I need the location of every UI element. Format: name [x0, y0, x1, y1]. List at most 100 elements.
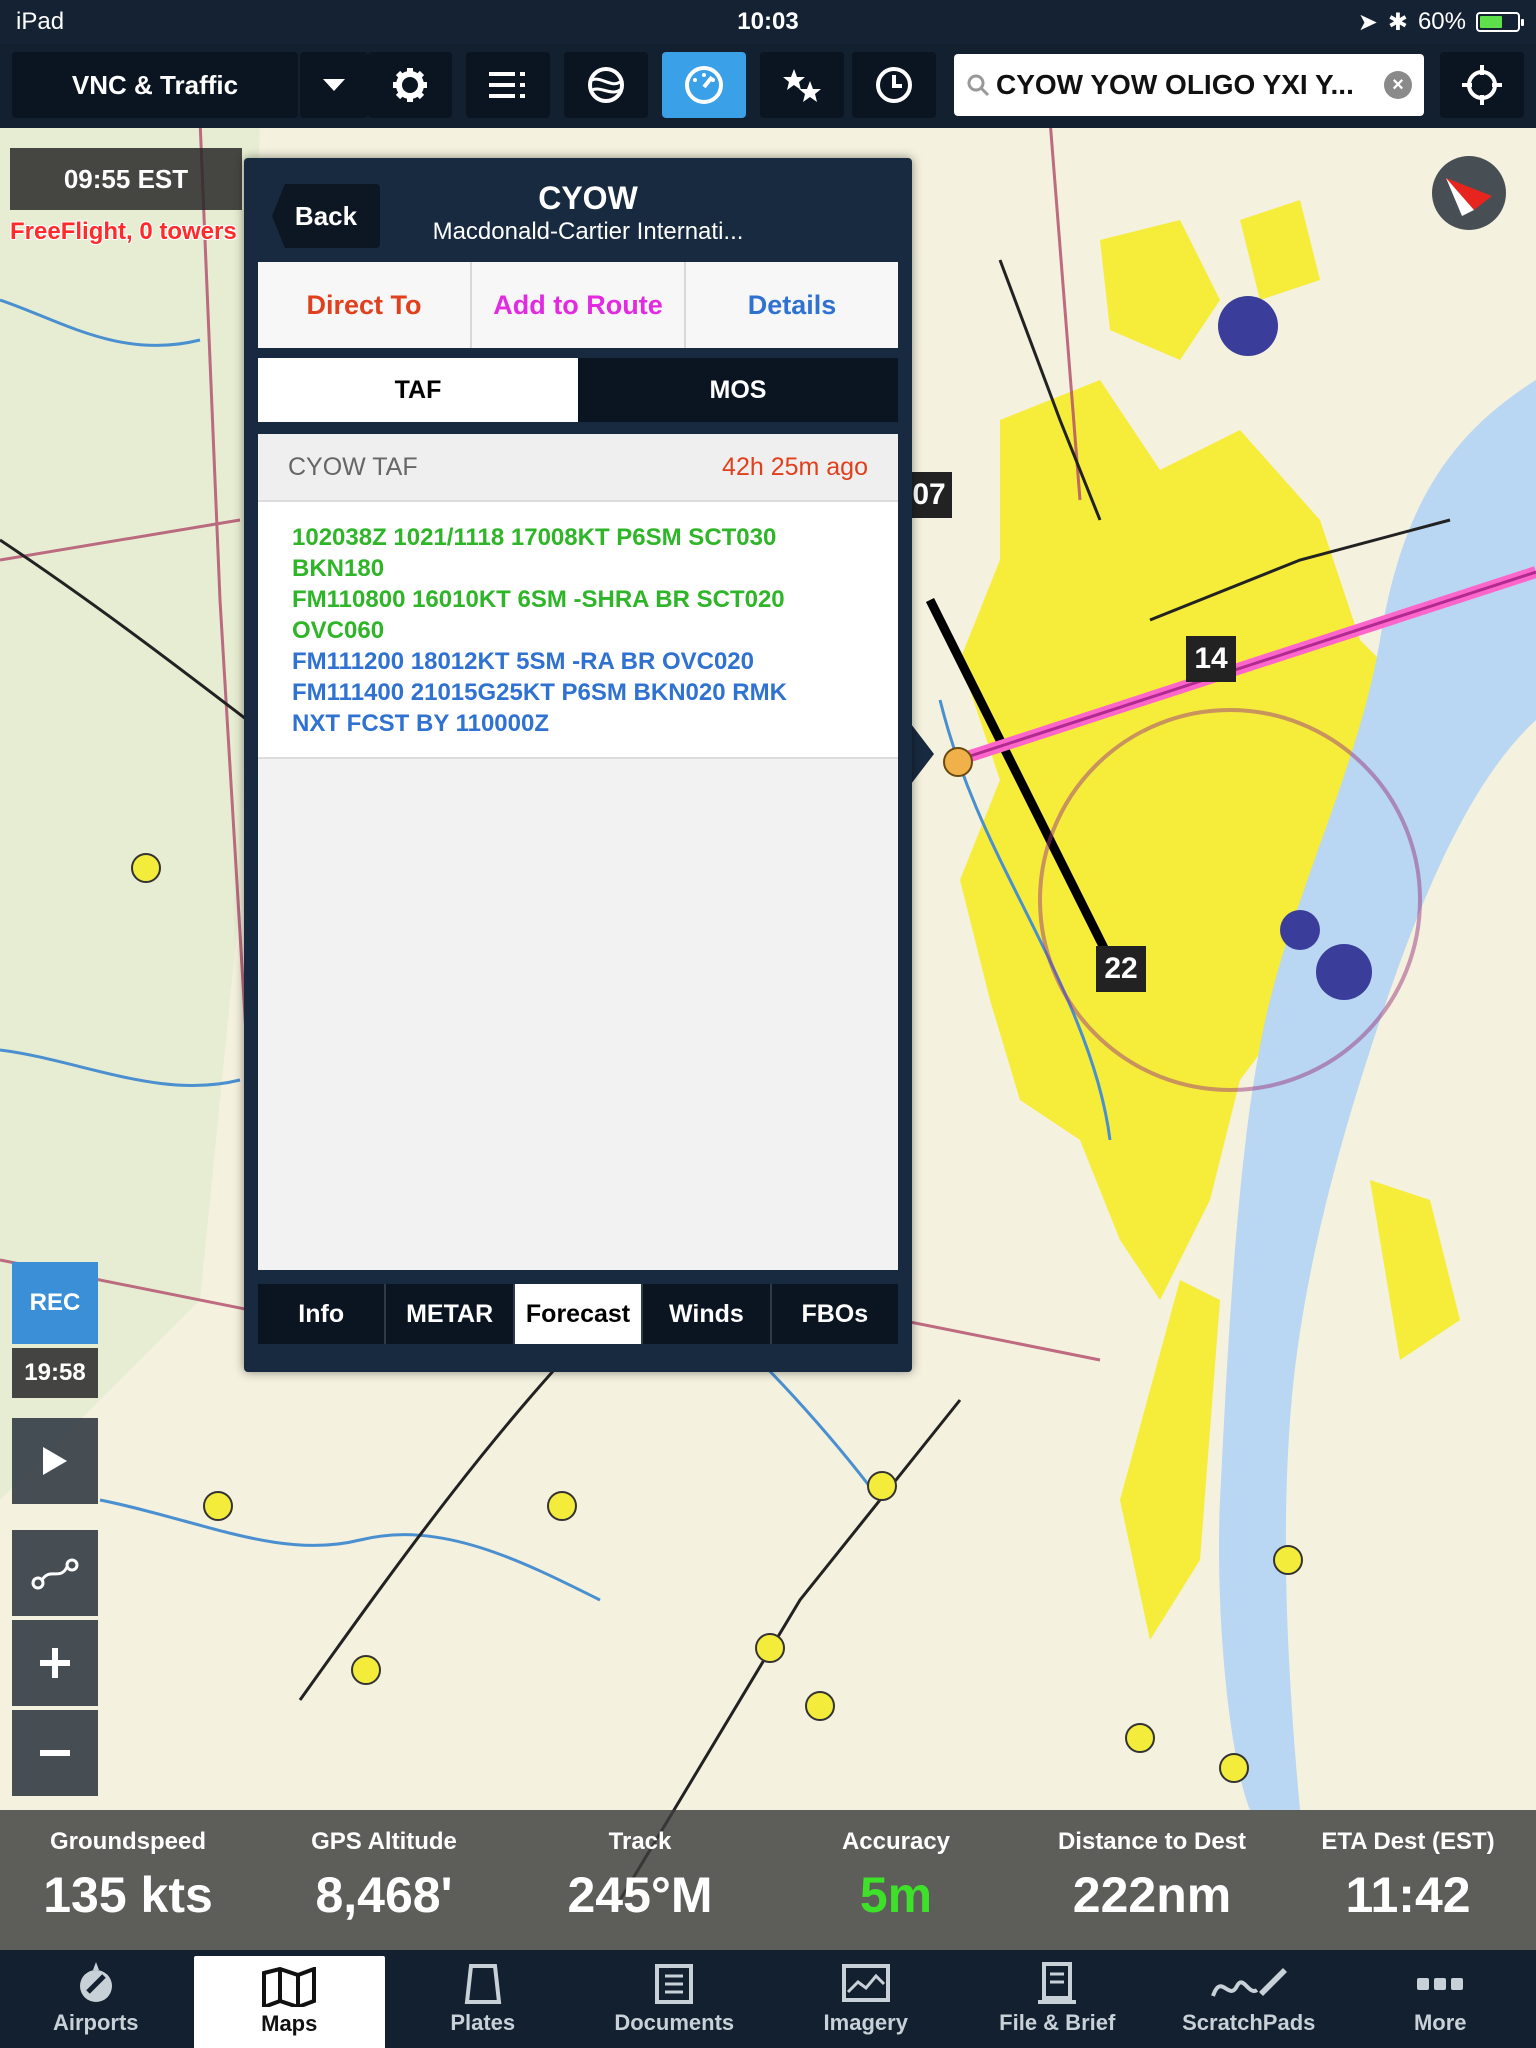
forecast-content: CYOW TAF 42h 25m ago 102038Z 1021/1118 1…: [258, 434, 898, 1270]
freeflight-status: FreeFlight, 0 towers: [10, 218, 237, 245]
status-time: 10:03: [737, 8, 799, 35]
runway-label-07: 07: [912, 478, 946, 511]
tab-taf[interactable]: TAF: [258, 358, 578, 422]
top-toolbar: VNC & Traffic ×: [0, 44, 1536, 128]
instrument-gps-altitude[interactable]: GPS Altitude 8,468': [256, 1810, 512, 1950]
zoom-in-button[interactable]: [12, 1620, 98, 1706]
battery-fill: [1480, 16, 1502, 28]
instrument-value: 245°M: [567, 1867, 713, 1923]
settings-button[interactable]: [368, 52, 452, 118]
globe-icon: [588, 67, 624, 103]
map-layer-dropdown[interactable]: [300, 52, 368, 118]
instrument-groundspeed[interactable]: Groundspeed 135 kts: [0, 1810, 256, 1950]
play-icon: [43, 1447, 67, 1475]
favorites-button[interactable]: [760, 52, 844, 118]
tab-imagery[interactable]: Imagery: [770, 1950, 962, 2048]
forecast-type-selector: TAF MOS: [258, 358, 898, 422]
gear-icon: [393, 68, 427, 102]
instrument-track[interactable]: Track 245°M: [512, 1810, 768, 1950]
chevron-down-icon: [323, 79, 345, 91]
instrument-eta-dest[interactable]: ETA Dest (EST) 11:42: [1280, 1810, 1536, 1950]
tab-more[interactable]: More: [1345, 1950, 1536, 2048]
clear-search-icon[interactable]: ×: [1384, 71, 1412, 99]
device-name: iPad: [16, 8, 65, 35]
tab-label: Airports: [52, 2010, 139, 2035]
taf-age: 42h 25m ago: [722, 452, 868, 481]
tab-documents[interactable]: Documents: [579, 1950, 771, 2048]
tab-winds[interactable]: Winds: [643, 1284, 772, 1344]
direct-to-button[interactable]: Direct To: [258, 262, 472, 348]
runway-label-22: 22: [1104, 952, 1138, 985]
tab-label: Imagery: [823, 2010, 908, 2035]
tab-plates[interactable]: Plates: [387, 1950, 579, 2048]
tab-forecast[interactable]: Forecast: [514, 1284, 644, 1344]
file-brief-icon: [1038, 1962, 1077, 2004]
tab-info[interactable]: Info: [258, 1284, 387, 1344]
taf-label: CYOW TAF: [288, 452, 418, 481]
instruments-button[interactable]: [662, 52, 746, 118]
airport-popup: Back CYOW Macdonald-Cartier Internati...…: [244, 158, 912, 1372]
status-bar: iPad 10:03 ➤ ✱ 60%: [0, 0, 1536, 44]
zoom-out-button[interactable]: [12, 1710, 98, 1796]
instrument-label: Accuracy: [841, 1828, 951, 1855]
search-box[interactable]: ×: [954, 54, 1424, 116]
instrument-value: 222nm: [1072, 1867, 1232, 1923]
instrument-distance-to-dest[interactable]: Distance to Dest 222nm: [1024, 1810, 1280, 1950]
minus-icon: [40, 1750, 70, 1756]
tab-label: Plates: [450, 2010, 516, 2035]
record-button[interactable]: REC: [12, 1262, 98, 1344]
tab-airports[interactable]: Airports: [0, 1950, 192, 2048]
plates-icon: [464, 1964, 501, 2004]
tab-label: Maps: [261, 2011, 318, 2036]
map-layer-button[interactable]: VNC & Traffic: [12, 52, 298, 118]
globe-button[interactable]: [564, 52, 648, 118]
details-button[interactable]: Details: [686, 262, 898, 348]
instrument-accuracy[interactable]: Accuracy 5m: [768, 1810, 1024, 1950]
list-button[interactable]: [466, 52, 550, 118]
clock-icon: [876, 67, 912, 103]
tab-label: ScratchPads: [1182, 2010, 1316, 2035]
map-icon: [262, 1967, 317, 2007]
play-button[interactable]: [12, 1418, 98, 1504]
timer-button[interactable]: [852, 52, 936, 118]
add-to-route-button[interactable]: Add to Route: [472, 262, 686, 348]
tab-label: More: [1413, 2010, 1467, 2035]
track-log-button[interactable]: [12, 1530, 98, 1616]
taf-line: BKN180: [292, 555, 385, 582]
airport-icon: [79, 1962, 112, 2002]
tab-fbos[interactable]: FBOs: [772, 1284, 898, 1344]
tab-metar[interactable]: METAR: [386, 1284, 515, 1344]
record-time: 19:58: [12, 1348, 98, 1398]
tab-label: File & Brief: [999, 2010, 1116, 2035]
tab-file-brief[interactable]: File & Brief: [962, 1950, 1154, 2048]
location-icon: ➤: [1357, 8, 1378, 36]
search-input[interactable]: [996, 69, 1384, 101]
battery-icon: [1476, 12, 1524, 32]
imagery-icon: [841, 1964, 890, 2002]
instrument-value: 11:42: [1345, 1867, 1471, 1923]
list-icon: [489, 72, 525, 98]
center-map-button[interactable]: [1440, 52, 1524, 118]
map-clock: 09:55 EST: [10, 148, 242, 210]
instrument-panel[interactable]: Groundspeed 135 kts GPS Altitude 8,468' …: [0, 1810, 1536, 1950]
instrument-label: Track: [608, 1828, 672, 1855]
crosshair-icon: [1462, 65, 1502, 105]
compass-button[interactable]: [1432, 156, 1506, 230]
instrument-label: Groundspeed: [49, 1828, 206, 1855]
instrument-value: 135 kts: [43, 1867, 213, 1923]
more-icon: [1417, 1978, 1464, 1990]
tab-label: Documents: [614, 2010, 735, 2035]
battery-percent: 60%: [1417, 8, 1466, 35]
airport-identifier: CYOW: [538, 180, 638, 216]
tab-scratchpads[interactable]: ScratchPads: [1153, 1950, 1345, 2048]
tab-mos[interactable]: MOS: [578, 358, 898, 422]
tab-maps[interactable]: Maps: [193, 1956, 385, 2048]
taf-line: 102038Z 1021/1118 17008KT P6SM SCT030: [292, 524, 777, 551]
instrument-label: Distance to Dest: [1057, 1828, 1247, 1855]
action-row: Direct To Add to Route Details: [258, 262, 898, 348]
taf-line: NXT FCST BY 110000Z: [292, 710, 549, 737]
scratchpad-icon: [1210, 1968, 1287, 1997]
route-track-icon: [31, 1558, 79, 1590]
gauge-icon: [685, 66, 723, 104]
taf-line: FM111400 21015G25KT P6SM BKN020 RMK: [292, 679, 787, 706]
